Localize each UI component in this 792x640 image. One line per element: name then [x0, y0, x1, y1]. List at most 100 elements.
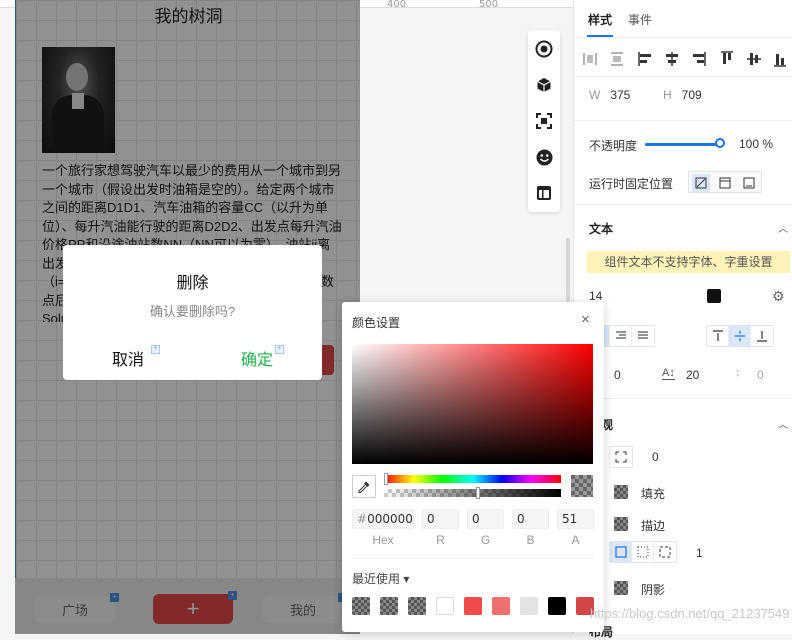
color-picker-popover: 颜色设置 × #000000 0 0 0 51 Hex R G B A 最近使用…	[342, 302, 604, 632]
g-label: G	[480, 533, 491, 547]
panel-tabs: 样式 事件	[574, 0, 792, 38]
stroke-dashed-icon	[659, 546, 671, 558]
align-left-icon[interactable]	[637, 50, 653, 68]
alpha-slider-handle[interactable]	[476, 487, 480, 499]
g-input[interactable]: 0	[467, 509, 504, 529]
tab-style[interactable]: 样式	[588, 11, 612, 28]
radius-all-button[interactable]	[610, 447, 632, 467]
a-label: A	[571, 533, 580, 547]
hex-label: Hex	[372, 533, 394, 547]
recent-color-swatch[interactable]	[352, 597, 370, 615]
distribute-vertical-icon[interactable]	[609, 50, 625, 68]
emoji-icon[interactable]	[534, 147, 554, 167]
gear-icon[interactable]: ⚙	[772, 288, 785, 305]
text-color-swatch[interactable]	[707, 289, 721, 303]
hex-value: 000000	[367, 512, 413, 526]
align-middle-v-icon[interactable]	[746, 50, 762, 68]
recent-color-swatch[interactable]	[436, 597, 454, 615]
stroke-solid-button[interactable]	[610, 542, 632, 562]
color-preview	[571, 475, 593, 497]
cancel-button[interactable]: 取消	[112, 346, 144, 370]
valign-top-button[interactable]	[707, 326, 729, 346]
radius-mode-group	[609, 446, 633, 468]
stroke-style-group	[609, 541, 677, 563]
height-field[interactable]: H 709	[663, 88, 702, 102]
stroke-dashed-button[interactable]	[654, 542, 676, 562]
b-input[interactable]: 0	[512, 509, 549, 529]
opacity-slider-knob[interactable]	[715, 138, 725, 148]
recent-color-swatch[interactable]	[380, 597, 398, 615]
fix-bottom-button[interactable]	[740, 174, 758, 192]
chevron-up-icon[interactable]: ︿	[778, 416, 788, 431]
ruler-label: 400	[387, 0, 407, 10]
recent-color-swatch[interactable]	[520, 597, 538, 615]
align-top-icon[interactable]	[719, 50, 735, 68]
color-picker-title: 颜色设置	[352, 316, 401, 330]
height-value: 709	[681, 88, 702, 102]
ruler-label: 500	[479, 0, 499, 10]
component-badge: +	[151, 345, 160, 354]
line-height-value[interactable]: 20	[686, 368, 699, 382]
r-input[interactable]: 0	[422, 509, 459, 529]
close-icon[interactable]: ×	[581, 311, 590, 328]
hue-slider[interactable]	[384, 475, 561, 483]
fix-top-icon	[719, 177, 731, 189]
valign-bottom-button[interactable]	[751, 326, 773, 346]
tab-event[interactable]: 事件	[628, 11, 652, 28]
scan-icon[interactable]	[534, 111, 554, 131]
saturation-area[interactable]	[352, 344, 593, 464]
letter-spacing-value[interactable]: 0	[614, 368, 621, 382]
divider	[574, 398, 792, 399]
fill-label: 填充	[641, 487, 666, 501]
divider	[574, 204, 792, 205]
font-size-value[interactable]: 14	[589, 289, 602, 303]
shadow-swatch[interactable]	[614, 581, 628, 595]
stroke-width-value[interactable]: 1	[696, 546, 703, 560]
stroke-swatch[interactable]	[614, 517, 628, 531]
align-center-h-icon[interactable]	[664, 50, 680, 68]
cube-icon[interactable]	[534, 75, 554, 95]
no-fix-button[interactable]	[692, 174, 710, 192]
recent-colors-label[interactable]: 最近使用 ▾	[352, 570, 409, 587]
opacity-value[interactable]: 100 %	[739, 137, 773, 151]
distribute-horizontal-icon[interactable]	[582, 50, 598, 68]
no-fix-icon	[695, 177, 707, 189]
height-label: H	[663, 88, 672, 102]
valign-middle-button[interactable]	[729, 326, 751, 346]
a-input[interactable]: 51	[557, 509, 594, 529]
fill-swatch[interactable]	[614, 485, 628, 499]
dialog-title: 删除	[176, 275, 209, 292]
vertical-toolbar	[528, 30, 560, 212]
fix-top-button[interactable]	[716, 174, 734, 192]
opacity-slider-track[interactable]	[645, 143, 721, 146]
alpha-slider[interactable]	[384, 489, 561, 497]
eyedropper-button[interactable]	[352, 475, 376, 498]
shadow-label: 阴影	[641, 583, 666, 597]
width-value: 375	[610, 88, 631, 102]
align-bottom-icon[interactable]	[772, 50, 788, 68]
recent-color-swatch[interactable]	[492, 597, 510, 615]
recent-color-swatch[interactable]	[548, 597, 566, 615]
radius-value[interactable]: 0	[652, 450, 659, 464]
confirm-button[interactable]: 确定	[241, 346, 273, 370]
fixed-position-label: 运行时固定位置	[589, 177, 674, 191]
align-text-justify-button[interactable]	[632, 326, 654, 346]
stroke-solid-icon	[614, 546, 627, 558]
width-field[interactable]: W 375	[589, 88, 630, 102]
divider	[574, 120, 792, 121]
eyedropper-icon	[358, 481, 370, 493]
chevron-up-icon[interactable]: ︿	[778, 220, 788, 235]
target-icon[interactable]	[534, 39, 554, 59]
paragraph-spacing-value[interactable]: 0	[757, 368, 764, 382]
hue-slider-handle[interactable]	[384, 473, 388, 485]
property-panel: 样式 事件 W 375 H 709 不透明度 100 % 运行时固定位置 文本 ︿ …	[573, 0, 792, 639]
recent-color-swatch[interactable]	[464, 597, 482, 615]
stroke-dotted-button[interactable]	[632, 542, 654, 562]
hex-input[interactable]: #000000	[352, 509, 414, 529]
layout-icon[interactable]	[534, 183, 554, 203]
recent-color-swatch[interactable]	[408, 597, 426, 615]
align-text-right-button[interactable]	[610, 326, 632, 346]
divider	[574, 76, 792, 77]
opacity-label: 不透明度	[589, 139, 638, 153]
align-right-icon[interactable]	[691, 50, 707, 68]
